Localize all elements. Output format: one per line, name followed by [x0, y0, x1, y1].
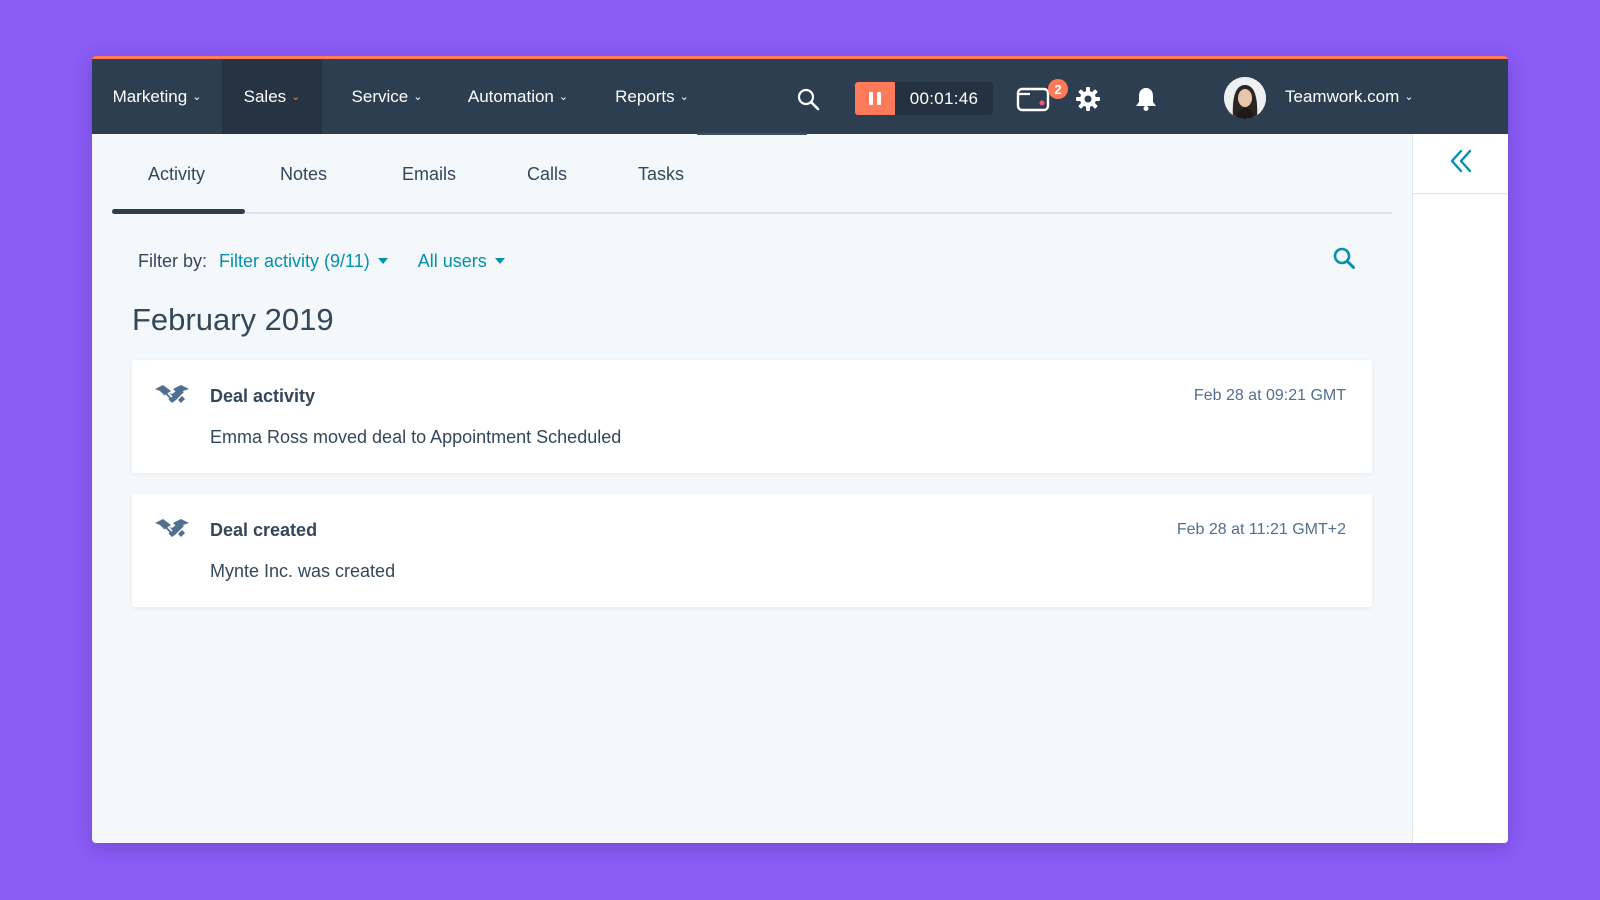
bell-icon[interactable]: [1130, 83, 1162, 115]
timeline-card[interactable]: Deal created Mynte Inc. was created Feb …: [132, 494, 1372, 607]
tab-notes[interactable]: Notes: [280, 164, 327, 185]
right-sidebar: [1412, 134, 1508, 843]
search-icon[interactable]: [792, 83, 824, 115]
card-timestamp: Feb 28 at 11:21 GMT+2: [1176, 521, 1346, 538]
handshake-icon: [154, 382, 190, 415]
record-tabs: Activity Notes Emails Calls Tasks: [112, 134, 1392, 214]
pause-icon: [869, 92, 873, 105]
nav-marketing[interactable]: Marketing ⌄: [92, 59, 222, 134]
nav-sales-label: Sales: [243, 86, 287, 106]
search-activity-icon[interactable]: [1332, 246, 1356, 275]
chevron-down-icon: ⌄: [413, 91, 423, 103]
card-body: Emma Ross moved deal to Appointment Sche…: [210, 427, 622, 447]
nav-automation[interactable]: Automation ⌄: [452, 59, 584, 134]
filter-bar: Filter by: Filter activity (9/11) All us…: [138, 248, 505, 274]
card-title: Deal created: [210, 520, 318, 540]
collapse-sidebar-icon[interactable]: [1448, 148, 1474, 179]
card-title: Deal activity: [210, 386, 316, 406]
app-window: Marketing ⌄ Sales ⌄ Service ⌄ Automation ⌄ R…: [92, 56, 1508, 843]
chevron-down-icon: ⌄: [679, 91, 689, 103]
nav-marketing-label: Marketing: [112, 86, 188, 106]
chevron-down-icon: ⌄: [558, 91, 569, 103]
sidebar-header: [1413, 134, 1508, 194]
main-content: Activity Notes Emails Calls Tasks Filter…: [92, 134, 1412, 843]
active-tab-indicator: [112, 209, 245, 214]
handshake-icon: [154, 516, 190, 549]
filter-users-label: All users: [417, 250, 487, 271]
filter-label: Filter by:: [138, 250, 208, 271]
avatar[interactable]: [1224, 77, 1266, 119]
tab-tasks[interactable]: Tasks: [638, 164, 684, 185]
chevron-down-icon: ⌄: [1404, 91, 1414, 103]
top-navigation: Marketing ⌄ Sales ⌄ Service ⌄ Automation ⌄ R…: [92, 56, 1508, 135]
tab-activity[interactable]: Activity: [148, 164, 205, 185]
nav-sales[interactable]: Sales ⌄: [222, 59, 322, 134]
call-timer: 00:01:46: [895, 82, 993, 115]
account-name: Teamwork.com: [1285, 86, 1400, 106]
card-timestamp: Feb 28 at 09:21 GMT: [1193, 387, 1346, 404]
gear-icon[interactable]: [1072, 83, 1104, 115]
card-body: Mynte Inc. was created: [210, 561, 396, 581]
nav-reports-label: Reports: [615, 86, 675, 106]
caret-down-icon: [494, 258, 505, 264]
nav-automation-label: Automation: [467, 86, 554, 106]
filter-activity-label: Filter activity (9/11): [219, 250, 370, 271]
nav-reports[interactable]: Reports ⌄: [602, 59, 702, 134]
chevron-down-icon: ⌄: [291, 91, 301, 103]
tab-calls[interactable]: Calls: [527, 164, 567, 185]
filter-activity-dropdown[interactable]: Filter activity (9/11): [219, 251, 388, 272]
pause-button[interactable]: [855, 82, 895, 115]
notification-badge: 2: [1048, 79, 1068, 99]
tab-emails[interactable]: Emails: [402, 164, 456, 185]
timeline-card[interactable]: Deal activity Emma Ross moved deal to Ap…: [132, 360, 1372, 473]
chevron-down-icon: ⌄: [192, 91, 202, 103]
nav-service[interactable]: Service ⌄: [337, 59, 437, 134]
nav-service-label: Service: [351, 86, 409, 106]
caret-down-icon: [377, 258, 388, 264]
timeline-month-heading: February 2019: [132, 302, 334, 337]
pause-icon-bar: [877, 92, 881, 105]
account-menu[interactable]: Teamwork.com ⌄: [1285, 59, 1414, 134]
filter-users-dropdown[interactable]: All users: [418, 251, 505, 272]
